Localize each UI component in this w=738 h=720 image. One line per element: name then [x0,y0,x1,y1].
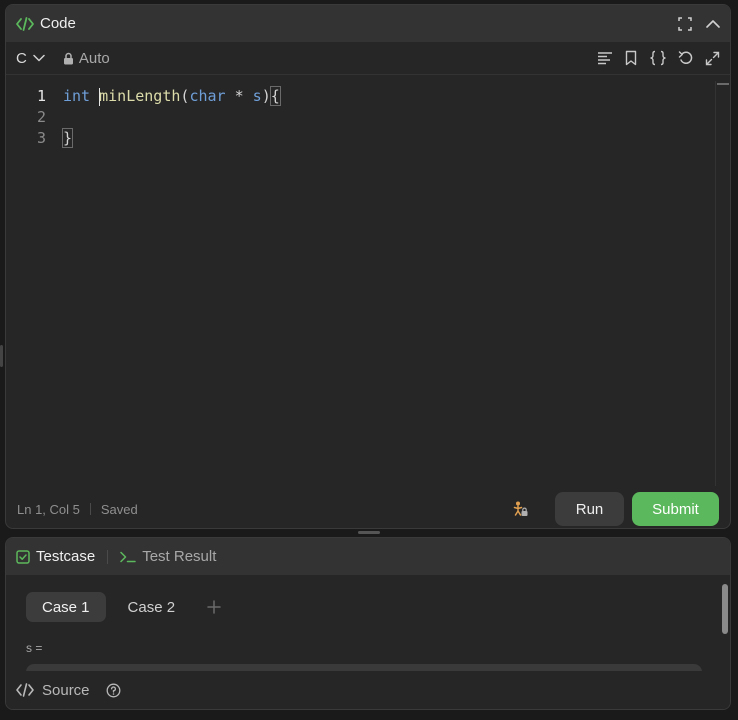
tab-divider [107,549,109,564]
code-panel-title-group: Code [16,15,76,32]
code-token-brace: } [61,128,74,148]
code-panel: Code C Auto 1 2 3 int minLength(char * s… [5,4,731,529]
terminal-icon [120,551,136,563]
editor-scrollbar[interactable] [715,81,730,486]
code-token-function: minLength [99,87,181,105]
source-link[interactable]: Source [42,682,90,699]
testcase-panel: Testcase Test Result Case 1 Case 2 s = S… [5,537,731,710]
language-label: C [16,49,27,67]
line-number: 2 [36,108,46,126]
panel-resize-handle[interactable] [358,531,380,534]
code-token-paren: ) [261,87,271,105]
code-brackets-icon [16,16,34,32]
scrollbar-marker [717,83,729,85]
scrollbar-thumb[interactable] [722,584,728,634]
run-button[interactable]: Run [555,492,624,526]
code-token-operator: * [225,87,253,105]
line-number: 1 [36,87,46,105]
code-token-type: char [189,87,226,105]
testcase-scrollbar[interactable] [719,576,730,672]
code-editor[interactable]: 1 2 3 int minLength(char * s){ } [6,81,730,486]
language-select[interactable]: C [16,50,45,67]
code-token-param: s [252,87,262,105]
tab-testcase[interactable]: Testcase [16,548,95,565]
tab-test-result[interactable]: Test Result [120,548,216,565]
line-number: 3 [36,129,46,147]
code-panel-title: Code [40,15,76,32]
testcase-panel-header: Testcase Test Result [6,538,730,575]
save-status: Saved [100,501,138,517]
lock-icon [63,52,74,65]
chevron-down-icon [33,54,45,62]
code-line[interactable] [63,107,280,128]
testcase-footer: Source [6,671,730,709]
case-tab-1[interactable]: Case 1 [26,592,106,622]
help-icon[interactable] [106,683,121,698]
code-token-brace: { [269,86,281,106]
line-number-gutter: 1 2 3 [6,86,46,149]
expand-icon[interactable] [705,51,720,66]
undo-icon[interactable] [678,50,694,66]
auto-mode-label: Auto [78,49,110,67]
case-tabs: Case 1 Case 2 [26,592,221,622]
editor-statusbar: Ln 1, Col 5 Saved Run Submit [6,490,730,528]
code-line[interactable]: } [61,128,280,149]
braces-icon[interactable] [649,50,667,66]
status-divider [89,503,91,515]
code-panel-header: Code [6,5,730,42]
param-label: s = [26,641,43,655]
submit-button[interactable]: Submit [632,492,719,526]
code-line[interactable]: int minLength(char * s){ [63,86,281,107]
checkbox-icon [16,549,30,564]
add-case-button[interactable] [207,600,221,614]
code-brackets-icon [16,683,34,697]
bookmark-icon[interactable] [624,50,638,66]
code-content[interactable]: int minLength(char * s){ } [61,86,281,149]
code-token-keyword: int [63,87,91,105]
debugger-icon[interactable] [511,500,529,518]
fullscreen-icon[interactable] [678,16,692,31]
chevron-up-icon[interactable] [706,19,720,29]
side-resize-handle[interactable] [0,345,3,367]
editor-toolbar: C Auto [6,42,730,75]
tab-test-result-label: Test Result [142,548,217,565]
align-left-icon[interactable] [597,51,613,65]
tab-testcase-label: Testcase [36,548,96,565]
case-tab-2[interactable]: Case 2 [112,592,192,622]
auto-mode-indicator[interactable]: Auto [63,50,110,67]
cursor-position: Ln 1, Col 5 [17,501,80,517]
